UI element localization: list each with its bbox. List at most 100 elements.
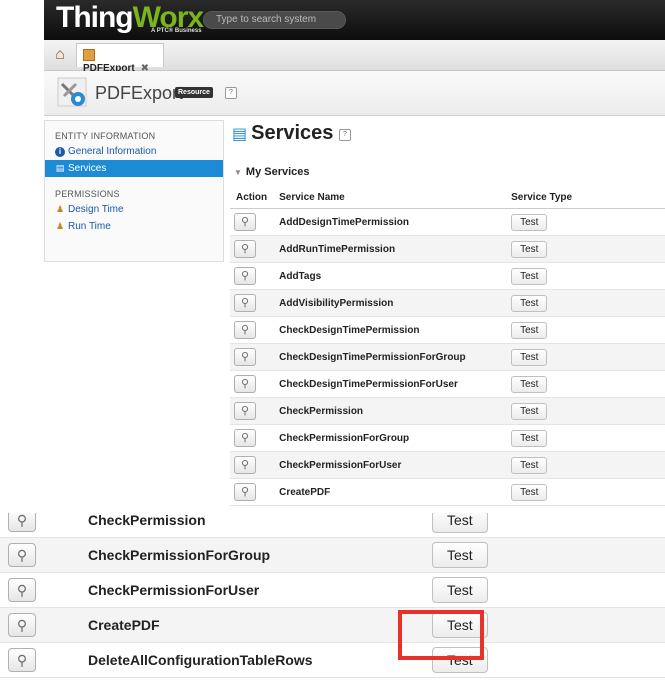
test-button[interactable]: Test (432, 513, 488, 533)
table-row: ⚲ CheckDesignTimePermissionForUser Test (230, 370, 665, 398)
service-name-cell: CreatePDF (273, 478, 506, 506)
column-header-service-type[interactable]: Service Type (505, 186, 665, 209)
test-button[interactable]: Test (511, 375, 548, 393)
test-button[interactable]: Test (511, 267, 548, 285)
magnifier-icon[interactable]: ⚲ (234, 348, 256, 366)
magnifier-icon[interactable]: ⚲ (8, 513, 36, 532)
action-cell: ⚲ (230, 208, 274, 236)
column-header-service-name[interactable]: Service Name (273, 186, 506, 209)
magnifier-icon[interactable]: ⚲ (234, 402, 256, 420)
help-icon[interactable]: ? (225, 87, 237, 99)
service-type-cell: Test (412, 537, 665, 573)
test-button[interactable]: Test (432, 577, 488, 603)
services-icon: ▤ (232, 126, 248, 143)
zoomed-services-table-screenshot: ⚲ CheckPermission Test ⚲ CheckPermissionFor… (0, 513, 665, 689)
search-input[interactable]: Type to search system (203, 11, 346, 29)
table-row: ⚲ CheckDesignTimePermission Test (230, 316, 665, 344)
logo-tagline: A PTC® Business (151, 28, 202, 34)
test-button[interactable]: Test (511, 456, 548, 474)
action-cell: ⚲ (230, 397, 274, 425)
test-button[interactable]: Test (511, 348, 548, 366)
magnifier-icon[interactable]: ⚲ (234, 267, 256, 285)
service-name-cell: CreatePDF (72, 607, 412, 643)
service-type-cell: Test (505, 397, 665, 425)
service-name-cell: CheckPermissionForGroup (72, 537, 412, 573)
sidebar-item-label: Run Time (68, 221, 111, 232)
magnifier-icon[interactable]: ⚲ (234, 375, 256, 393)
magnifier-icon[interactable]: ⚲ (234, 213, 256, 231)
sidebar-item-general-information[interactable]: i General Information (45, 143, 223, 160)
magnifier-icon[interactable]: ⚲ (234, 456, 256, 474)
action-cell: ⚲ (230, 316, 274, 344)
magnifier-icon[interactable]: ⚲ (234, 429, 256, 447)
service-name-cell: CheckPermission (273, 397, 506, 425)
test-button[interactable]: Test (511, 294, 548, 312)
entity-type-badge: Resource (175, 87, 213, 98)
test-button[interactable]: Test (511, 483, 548, 501)
test-button[interactable]: Test (511, 429, 548, 447)
logo-text-main: Thing (56, 1, 134, 34)
sidebar-item-services[interactable]: ▤ Services (45, 160, 223, 177)
action-cell: ⚲ (0, 642, 72, 678)
action-cell: ⚲ (230, 424, 274, 452)
sidebar-item-label: General Information (68, 146, 157, 157)
top-bar: ThingWorx A PTC® Business Type to search… (44, 0, 665, 40)
table-row: ⚲ CreatePDF Test (230, 478, 665, 506)
page-title: ▤ Services ? (232, 122, 351, 145)
test-button[interactable]: Test (511, 321, 548, 339)
service-type-cell: Test (505, 370, 665, 398)
entity-header: PDFExport Resource ? (44, 71, 665, 116)
my-services-section-header[interactable]: ▼ My Services (234, 166, 310, 178)
table-row: ⚲ CheckPermissionForUser Test (230, 451, 665, 479)
service-type-cell: Test (505, 478, 665, 506)
sidebar-item-run-time[interactable]: ♟ Run Time (45, 218, 223, 235)
service-type-cell: Test (505, 451, 665, 479)
service-type-cell: Test (412, 513, 665, 538)
services-icon: ▤ (55, 163, 65, 173)
magnifier-icon[interactable]: ⚲ (8, 648, 36, 672)
service-type-cell: Test (505, 289, 665, 317)
resource-tools-icon (57, 77, 87, 107)
magnifier-icon[interactable]: ⚲ (8, 543, 36, 567)
service-type-cell: Test (505, 316, 665, 344)
collapse-triangle-icon: ▼ (234, 168, 242, 177)
magnifier-icon[interactable]: ⚲ (8, 613, 36, 637)
tab-pdfexport[interactable]: PDFExport ✖ (76, 43, 164, 74)
table-row: ⚲ AddRunTimePermission Test (230, 235, 665, 263)
sidebar-item-design-time[interactable]: ♟ Design Time (45, 201, 223, 218)
action-cell: ⚲ (230, 343, 274, 371)
table-row: ⚲ DeleteAllConfigurationTableRows Test (0, 642, 665, 678)
table-row: ⚲ AddDesignTimePermission Test (230, 208, 665, 236)
service-type-cell: Test (505, 262, 665, 290)
home-icon[interactable]: ⌂ (50, 45, 70, 65)
magnifier-icon[interactable]: ⚲ (234, 294, 256, 312)
user-lock-icon: ♟ (55, 204, 65, 214)
table-row: ⚲ CreatePDF Test (0, 607, 665, 643)
magnifier-icon[interactable]: ⚲ (8, 578, 36, 602)
action-cell: ⚲ (230, 289, 274, 317)
tab-bar: ⌂ PDFExport ✖ (44, 40, 665, 74)
help-icon[interactable]: ? (338, 129, 351, 141)
magnifier-icon[interactable]: ⚲ (234, 483, 256, 501)
sidebar-item-label: Design Time (68, 204, 124, 215)
service-name-cell: CheckPermissionForGroup (273, 424, 506, 452)
action-cell: ⚲ (230, 262, 274, 290)
test-button[interactable]: Test (511, 402, 548, 420)
test-button[interactable]: Test (511, 240, 548, 258)
table-row: ⚲ CheckPermissionForGroup Test (0, 537, 665, 573)
table-row: ⚲ CheckPermission Test (0, 513, 665, 538)
action-cell: ⚲ (0, 513, 72, 538)
test-button[interactable]: Test (432, 542, 488, 568)
magnifier-icon[interactable]: ⚲ (234, 240, 256, 258)
table-row: ⚲ CheckDesignTimePermissionForGroup Test (230, 343, 665, 371)
thingworx-composer-screenshot: ThingWorx A PTC® Business Type to search… (44, 0, 665, 513)
service-type-cell: Test (505, 424, 665, 452)
action-cell: ⚲ (0, 537, 72, 573)
magnifier-icon[interactable]: ⚲ (234, 321, 256, 339)
sidebar-section-permissions: PERMISSIONS (55, 189, 120, 199)
action-cell: ⚲ (230, 235, 274, 263)
column-header-action[interactable]: Action (230, 186, 274, 209)
action-cell: ⚲ (0, 572, 72, 608)
services-title-text: Services (251, 122, 334, 144)
test-button[interactable]: Test (511, 213, 548, 231)
